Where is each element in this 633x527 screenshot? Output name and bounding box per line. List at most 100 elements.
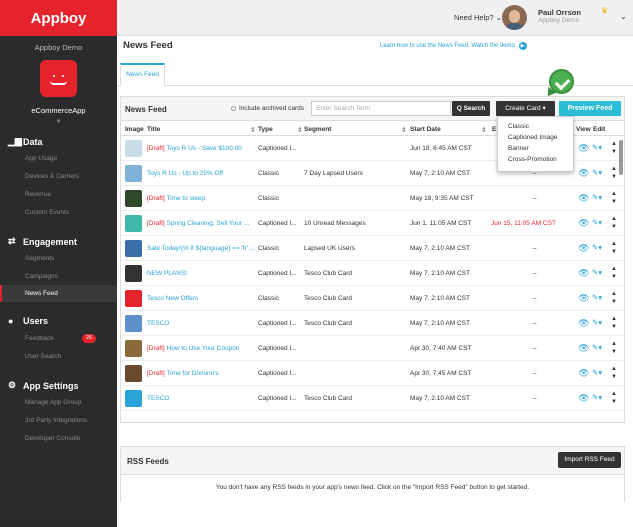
- sidebar-item-segments[interactable]: Segments: [0, 250, 117, 267]
- table-row[interactable]: NEW PLANS! Captioned I... Tesco Club Card M…: [121, 262, 624, 286]
- edit-icon[interactable]: ✎▾: [592, 218, 602, 227]
- view-eye-icon[interactable]: 👁: [578, 293, 589, 304]
- import-rss-button[interactable]: Import RSS Feed: [558, 452, 621, 468]
- table-row[interactable]: [Draft] Time for Domino's Captioned I... A…: [121, 362, 624, 386]
- col-type[interactable]: Type: [258, 126, 273, 133]
- sort-type-icon[interactable]: ⇕: [297, 126, 302, 134]
- sidebar-item-developer-console[interactable]: Developer Console: [0, 430, 117, 447]
- reorder-arrows-icon[interactable]: ▲ ▼: [611, 365, 617, 381]
- app-switch-caret-icon[interactable]: ▼: [0, 119, 117, 125]
- include-archived-label[interactable]: Include archived cards: [239, 105, 304, 112]
- sidebar-item-manage-app-group[interactable]: Manage App Group: [0, 394, 117, 411]
- col-title[interactable]: Title: [147, 126, 160, 133]
- sidebar-item-devices-carriers[interactable]: Devices & Carriers: [0, 168, 117, 185]
- section-users[interactable]: ● Users: [0, 316, 117, 326]
- col-start-date[interactable]: Start Date: [410, 126, 441, 133]
- tab-news-feed[interactable]: News Feed: [120, 63, 165, 86]
- section-data[interactable]: ▁▆ Data: [0, 136, 117, 147]
- need-help-menu[interactable]: Need Help? ⌄: [454, 13, 502, 22]
- sidebar-item-custom-events[interactable]: Custom Events: [0, 204, 117, 221]
- preview-feed-button[interactable]: Preview Feed: [559, 101, 621, 116]
- card-thumbnail[interactable]: [125, 190, 142, 207]
- edit-icon[interactable]: ✎▾: [592, 268, 602, 277]
- user-menu-chevron-icon[interactable]: ⌄: [620, 12, 627, 21]
- table-row[interactable]: [Draft] Time to sleep Classic May 18, 9:35…: [121, 187, 624, 211]
- sort-start-icon[interactable]: ⇕: [481, 126, 486, 134]
- reorder-arrows-icon[interactable]: ▲ ▼: [611, 390, 617, 406]
- sidebar-item-3rd-party-integrations[interactable]: 3rd Party Integrations: [0, 412, 117, 429]
- include-archived-checkbox[interactable]: [231, 106, 236, 111]
- section-engagement[interactable]: ⇄ Engagement: [0, 236, 117, 247]
- edit-icon[interactable]: ✎▾: [592, 318, 602, 327]
- menu-item-banner[interactable]: Banner: [498, 143, 573, 154]
- reorder-arrows-icon[interactable]: ▲ ▼: [611, 215, 617, 231]
- learn-link[interactable]: Learn how to use the News Feed. Watch th…: [380, 42, 527, 50]
- sidebar-item-news-feed[interactable]: News Feed: [0, 285, 117, 302]
- view-eye-icon[interactable]: 👁: [578, 243, 589, 254]
- reorder-arrows-icon[interactable]: ▲ ▼: [611, 265, 617, 281]
- table-row[interactable]: Tesco New Offers Classic Tesco Club Card Ma…: [121, 287, 624, 311]
- edit-icon[interactable]: ✎▾: [592, 193, 602, 202]
- card-thumbnail[interactable]: [125, 165, 142, 182]
- view-eye-icon[interactable]: 👁: [578, 143, 589, 154]
- table-row[interactable]: [Draft] How to Use Your Coupon Captioned …: [121, 337, 624, 361]
- appboy-logo[interactable]: Appboy: [0, 0, 117, 36]
- search-button[interactable]: Q Search: [452, 101, 490, 116]
- sidebar-item-user-search[interactable]: User Search: [0, 348, 117, 365]
- search-input[interactable]: [311, 101, 451, 116]
- sidebar-item-campaigns[interactable]: Campaigns: [0, 268, 117, 285]
- edit-icon[interactable]: ✎▾: [592, 368, 602, 377]
- table-row[interactable]: TESCO Captioned I... Tesco Club Card May 7,…: [121, 387, 624, 411]
- table-row[interactable]: TESCO Captioned I... Tesco Club Card May 7,…: [121, 312, 624, 336]
- col-segment[interactable]: Segment: [304, 126, 331, 133]
- card-thumbnail[interactable]: [125, 215, 142, 232]
- card-thumbnail[interactable]: [125, 340, 142, 357]
- edit-icon[interactable]: ✎▾: [592, 343, 602, 352]
- card-thumbnail[interactable]: [125, 290, 142, 307]
- col-end-date[interactable]: E: [492, 126, 496, 133]
- card-thumbnail[interactable]: [125, 390, 142, 407]
- sort-title-icon[interactable]: ⇕: [250, 126, 255, 134]
- card-thumbnail[interactable]: [125, 240, 142, 257]
- reorder-arrows-icon[interactable]: ▲ ▼: [611, 340, 617, 356]
- sidebar-item-app-usage[interactable]: App Usage: [0, 150, 117, 167]
- view-eye-icon[interactable]: 👁: [578, 343, 589, 354]
- edit-icon[interactable]: ✎▾: [592, 243, 602, 252]
- reorder-arrows-icon[interactable]: ▲ ▼: [611, 240, 617, 256]
- reorder-arrows-icon[interactable]: ▲ ▼: [611, 140, 617, 156]
- section-app-settings[interactable]: ⚙ App Settings: [0, 380, 117, 391]
- card-thumbnail[interactable]: [125, 265, 142, 282]
- card-thumbnail[interactable]: [125, 315, 142, 332]
- view-eye-icon[interactable]: 👁: [578, 168, 589, 179]
- reorder-arrows-icon[interactable]: ▲ ▼: [611, 290, 617, 306]
- menu-item-cross-promotion[interactable]: Cross-Promotion: [498, 154, 573, 165]
- table-scrollbar[interactable]: [619, 140, 623, 175]
- view-eye-icon[interactable]: 👁: [578, 368, 589, 379]
- reorder-arrows-icon[interactable]: ▲ ▼: [611, 165, 617, 181]
- table-row[interactable]: [Draft] Spring Cleaning, Sell Your ... Ca…: [121, 212, 624, 236]
- view-eye-icon[interactable]: 👁: [578, 193, 589, 204]
- view-eye-icon[interactable]: 👁: [578, 318, 589, 329]
- edit-icon[interactable]: ✎▾: [592, 143, 602, 152]
- sidebar-item-feedback[interactable]: Feedback 26: [0, 330, 117, 347]
- edit-icon[interactable]: ✎▾: [592, 168, 602, 177]
- reorder-arrows-icon[interactable]: ▲ ▼: [611, 315, 617, 331]
- view-eye-icon[interactable]: 👁: [578, 393, 589, 404]
- edit-icon[interactable]: ✎▾: [592, 293, 602, 302]
- app-name[interactable]: eCommerceApp: [0, 106, 117, 115]
- card-thumbnail[interactable]: [125, 365, 142, 382]
- create-card-button[interactable]: Create Card ▾: [496, 101, 555, 116]
- menu-item-classic[interactable]: Classic: [498, 121, 573, 132]
- reorder-arrows-icon[interactable]: ▲ ▼: [611, 190, 617, 206]
- user-name[interactable]: Paul Orrson: [538, 8, 581, 17]
- avatar[interactable]: [502, 5, 527, 30]
- view-eye-icon[interactable]: 👁: [578, 218, 589, 229]
- table-row[interactable]: Sale Today!{% if ${language} == 'fr' ...…: [121, 237, 624, 261]
- sort-segment-icon[interactable]: ⇕: [401, 126, 406, 134]
- app-icon[interactable]: [40, 60, 77, 97]
- view-eye-icon[interactable]: 👁: [578, 268, 589, 279]
- edit-icon[interactable]: ✎▾: [592, 393, 602, 402]
- sidebar-item-revenue[interactable]: Revenue: [0, 186, 117, 203]
- card-thumbnail[interactable]: [125, 140, 142, 157]
- menu-item-captioned-image[interactable]: Captioned Image: [498, 132, 573, 143]
